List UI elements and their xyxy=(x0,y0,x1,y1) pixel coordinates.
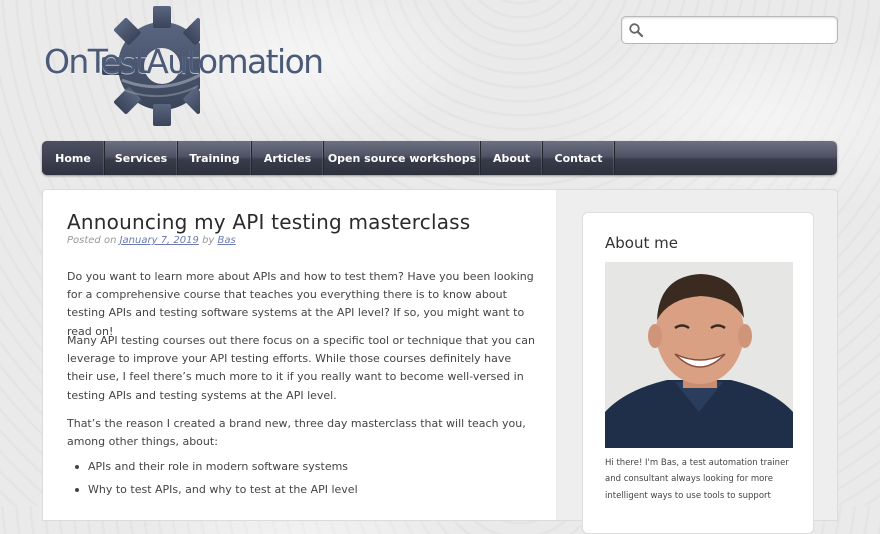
meta-prefix: Posted on xyxy=(67,235,117,246)
main-nav: Home Services Training Articles Open sou… xyxy=(42,141,837,175)
logo-text: OnTestAutomation xyxy=(44,42,324,81)
list-item: APIs and their role in modern software s… xyxy=(67,459,358,482)
search-icon xyxy=(629,23,644,38)
author-photo-image xyxy=(605,262,793,448)
meta-by: by xyxy=(202,235,215,246)
nav-item-training[interactable]: Training xyxy=(178,141,252,175)
search-input[interactable] xyxy=(648,19,832,41)
post-paragraph: Many API testing courses out there focus… xyxy=(67,334,535,402)
post-paragraph: That’s the reason I created a brand new,… xyxy=(67,417,526,449)
nav-item-contact[interactable]: Contact xyxy=(543,141,615,175)
nav-item-services[interactable]: Services xyxy=(105,141,178,175)
author-bio: Hi there! I'm Bas, a test automation tra… xyxy=(605,458,789,501)
nav-item-open-source-workshops[interactable]: Open source workshops xyxy=(324,141,481,175)
sidebar: About me Hi there! I'm Bas, a test autom… xyxy=(556,189,838,534)
main-content: Announcing my API testing masterclass Po… xyxy=(42,189,557,521)
site-logo[interactable]: OnTestAutomation xyxy=(40,4,370,128)
post-date-link[interactable]: January 7, 2019 xyxy=(120,235,199,246)
nav-item-home[interactable]: Home xyxy=(42,141,105,175)
nav-item-articles[interactable]: Articles xyxy=(252,141,324,175)
post-paragraph: Do you want to learn more about APIs and… xyxy=(67,270,534,338)
post-meta: Posted on January 7, 2019 by Bas xyxy=(67,235,236,246)
post-title[interactable]: Announcing my API testing masterclass xyxy=(67,210,470,234)
list-item: Why to test APIs, and why to test at the… xyxy=(67,482,358,505)
nav-item-about[interactable]: About xyxy=(481,141,543,175)
widget-title: About me xyxy=(605,234,678,252)
about-me-widget: About me Hi there! I'm Bas, a test autom… xyxy=(582,212,814,534)
search-box[interactable] xyxy=(621,16,838,44)
author-photo xyxy=(605,262,793,448)
post-author-link[interactable]: Bas xyxy=(218,235,236,246)
post-bullet-list: APIs and their role in modern software s… xyxy=(67,459,358,505)
